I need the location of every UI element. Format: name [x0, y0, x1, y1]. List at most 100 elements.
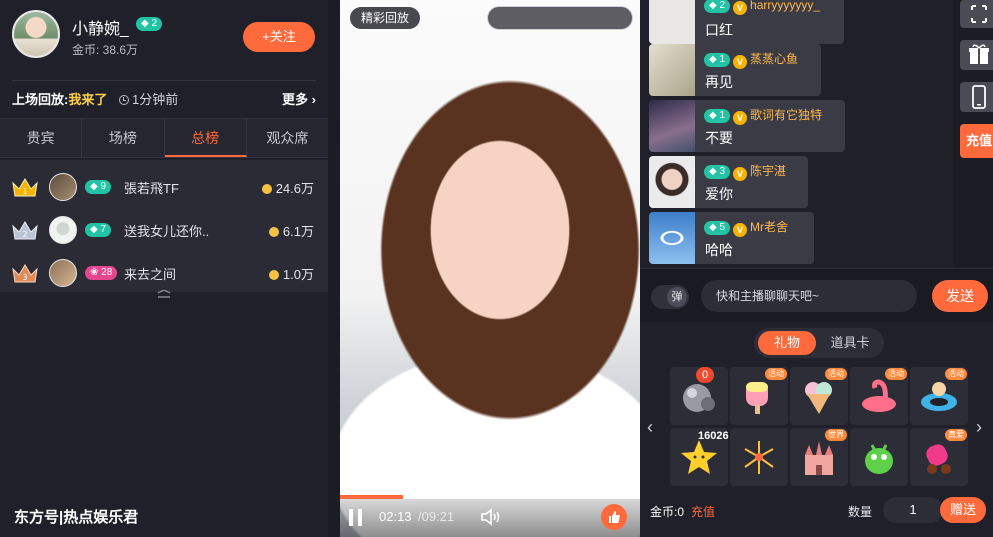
- host-level-value: 2: [151, 18, 158, 29]
- tab-session-rank[interactable]: 场榜: [82, 119, 165, 157]
- tab-total-rank[interactable]: 总榜: [164, 119, 247, 157]
- chevron-left-icon[interactable]: ‹: [647, 417, 653, 438]
- recharge-button[interactable]: 充值: [960, 124, 993, 158]
- level-badge: ◆ 1: [704, 52, 731, 67]
- rank-coins-value: 6.1万: [282, 224, 314, 239]
- chevron-right-icon[interactable]: ›: [976, 417, 982, 438]
- level-value: 5: [719, 221, 726, 233]
- barrage-toggle[interactable]: 弹: [651, 285, 689, 309]
- collapse-handle-icon[interactable]: [157, 290, 171, 298]
- quantity-label: 数量: [848, 505, 873, 519]
- star-gift-icon: [681, 440, 717, 474]
- rank-level-badge: ◆ 7: [85, 223, 112, 237]
- follow-button[interactable]: +关注: [243, 22, 315, 52]
- host-level-badge: ◆ 2: [136, 17, 163, 31]
- chat-message: ◆ 5 V Mr老舍 哈哈: [649, 212, 814, 264]
- host-avatar[interactable]: [12, 10, 60, 58]
- clock-icon: [118, 95, 129, 105]
- rank-user-name[interactable]: 来去之间: [124, 264, 176, 283]
- video-frame: [340, 0, 640, 537]
- gift-item[interactable]: 活动: [910, 367, 968, 425]
- gift-panel: 礼物 道具卡 ‹ › 0 活动 活动 活动 活动 16026 世界 真爱 金币:…: [640, 322, 993, 537]
- rank-level-badge: ◆ 9: [85, 180, 112, 194]
- host-name[interactable]: 小静婉_: [72, 15, 129, 39]
- gift-item[interactable]: 活动: [790, 367, 848, 425]
- chat-user-name[interactable]: 歌词有它独特: [750, 108, 822, 122]
- rank-coins: 1.0万: [268, 264, 314, 283]
- rank-row-3[interactable]: 3 ❀ 28 来去之间 1.0万: [0, 252, 328, 295]
- chat-message: ◆ 1 V 歌词有它独特 不要: [649, 100, 845, 152]
- volume-icon[interactable]: [480, 507, 504, 527]
- avatar[interactable]: [649, 100, 695, 152]
- avatar[interactable]: [649, 0, 695, 44]
- chat-message-text: 哈哈: [705, 242, 733, 258]
- gift-item[interactable]: 世界: [790, 428, 848, 486]
- rank-user-name[interactable]: 張若飛TF: [124, 178, 179, 197]
- vip-icon: V: [733, 55, 748, 69]
- tab-gifts[interactable]: 礼物: [758, 331, 816, 355]
- video-player[interactable]: 精彩回放 02:13 /09:21: [340, 0, 640, 537]
- pause-icon[interactable]: [349, 509, 363, 526]
- send-button[interactable]: 发送: [932, 280, 988, 312]
- vip-icon: V: [733, 1, 748, 15]
- replay-label: 上场回放:: [12, 92, 69, 107]
- gift-true-love-badge: 真爱: [945, 429, 967, 441]
- avatar[interactable]: [49, 173, 77, 201]
- level-badge: ◆ 5: [704, 220, 731, 235]
- svg-text:3: 3: [22, 273, 27, 282]
- tab-audience[interactable]: 观众席: [247, 119, 328, 157]
- chat-input[interactable]: 快和主播聊聊天吧~: [701, 280, 917, 312]
- barrage-toggle-knob: 弹: [667, 287, 687, 307]
- last-replay-row: 上场回放:我来了 1分钟前 更多 ›: [12, 90, 316, 110]
- wallet-recharge-link[interactable]: 充值: [691, 505, 715, 519]
- quantity-input[interactable]: 1: [883, 497, 943, 523]
- chat-message-text: 再见: [705, 74, 733, 90]
- wallet-balance: 金币:0: [650, 505, 685, 519]
- fullscreen-icon: [971, 5, 987, 23]
- avatar[interactable]: [649, 44, 695, 96]
- gift-box-button[interactable]: [960, 40, 993, 70]
- tab-vip[interactable]: 贵宾: [0, 119, 83, 157]
- gift-item[interactable]: 活动: [850, 367, 908, 425]
- chevron-right-icon: ›: [311, 92, 316, 107]
- more-link[interactable]: 更多 ›: [282, 90, 316, 110]
- chat-user-name[interactable]: 蒸蒸心鱼: [750, 52, 798, 66]
- vip-icon: V: [733, 167, 748, 181]
- svg-text:1: 1: [22, 187, 27, 196]
- chat-message-text: 爱你: [705, 186, 733, 202]
- chat-user-name[interactable]: 陈宇湛: [750, 164, 786, 178]
- avatar[interactable]: [49, 259, 77, 287]
- ranking-tabs: 贵宾 场榜 总榜 观众席: [0, 118, 328, 158]
- give-gift-button[interactable]: 赠送: [940, 497, 986, 523]
- gift-item[interactable]: 活动: [730, 367, 788, 425]
- like-button[interactable]: [601, 504, 627, 530]
- chat-user-name[interactable]: harryyyyyyy_: [750, 0, 820, 12]
- gift-box-icon: [969, 44, 989, 64]
- bronze-crown-icon: 3: [12, 264, 38, 283]
- fullscreen-button[interactable]: [960, 0, 993, 28]
- tab-prop-cards[interactable]: 道具卡: [820, 331, 880, 355]
- gift-event-badge: 活动: [885, 368, 907, 380]
- gift-item[interactable]: 真爱: [910, 428, 968, 486]
- rank-coins: 24.6万: [261, 178, 314, 197]
- avatar[interactable]: [49, 216, 77, 244]
- rank-row-1[interactable]: 1 ◆ 9 張若飛TF 24.6万: [0, 166, 328, 209]
- replay-link[interactable]: 我来了: [68, 92, 107, 107]
- wallet: 金币:0 充值: [650, 503, 715, 520]
- chat-user-name[interactable]: Mr老舍: [750, 220, 788, 234]
- replay-time: 1分钟前: [131, 92, 179, 107]
- gift-item[interactable]: 16026: [670, 428, 729, 486]
- watermark: 东方号|热点娱乐君: [14, 509, 139, 526]
- rank-user-name[interactable]: 送我女儿还你..: [124, 221, 209, 240]
- rank-level-value: 7: [100, 224, 107, 235]
- gift-item[interactable]: [730, 428, 788, 486]
- rank-level-badge: ❀ 28: [85, 266, 118, 280]
- avatar[interactable]: [649, 156, 695, 208]
- avatar[interactable]: [649, 212, 695, 264]
- gift-item[interactable]: 0: [670, 367, 728, 425]
- mobile-button[interactable]: [960, 82, 993, 112]
- gift-item[interactable]: [850, 428, 908, 486]
- svg-text:2: 2: [22, 230, 27, 239]
- chat-message: ◆ 2 Vharryyyyyyy_ 口红: [649, 0, 844, 44]
- rank-row-2[interactable]: 2 ◆ 7 送我女儿还你.. 6.1万: [0, 209, 328, 252]
